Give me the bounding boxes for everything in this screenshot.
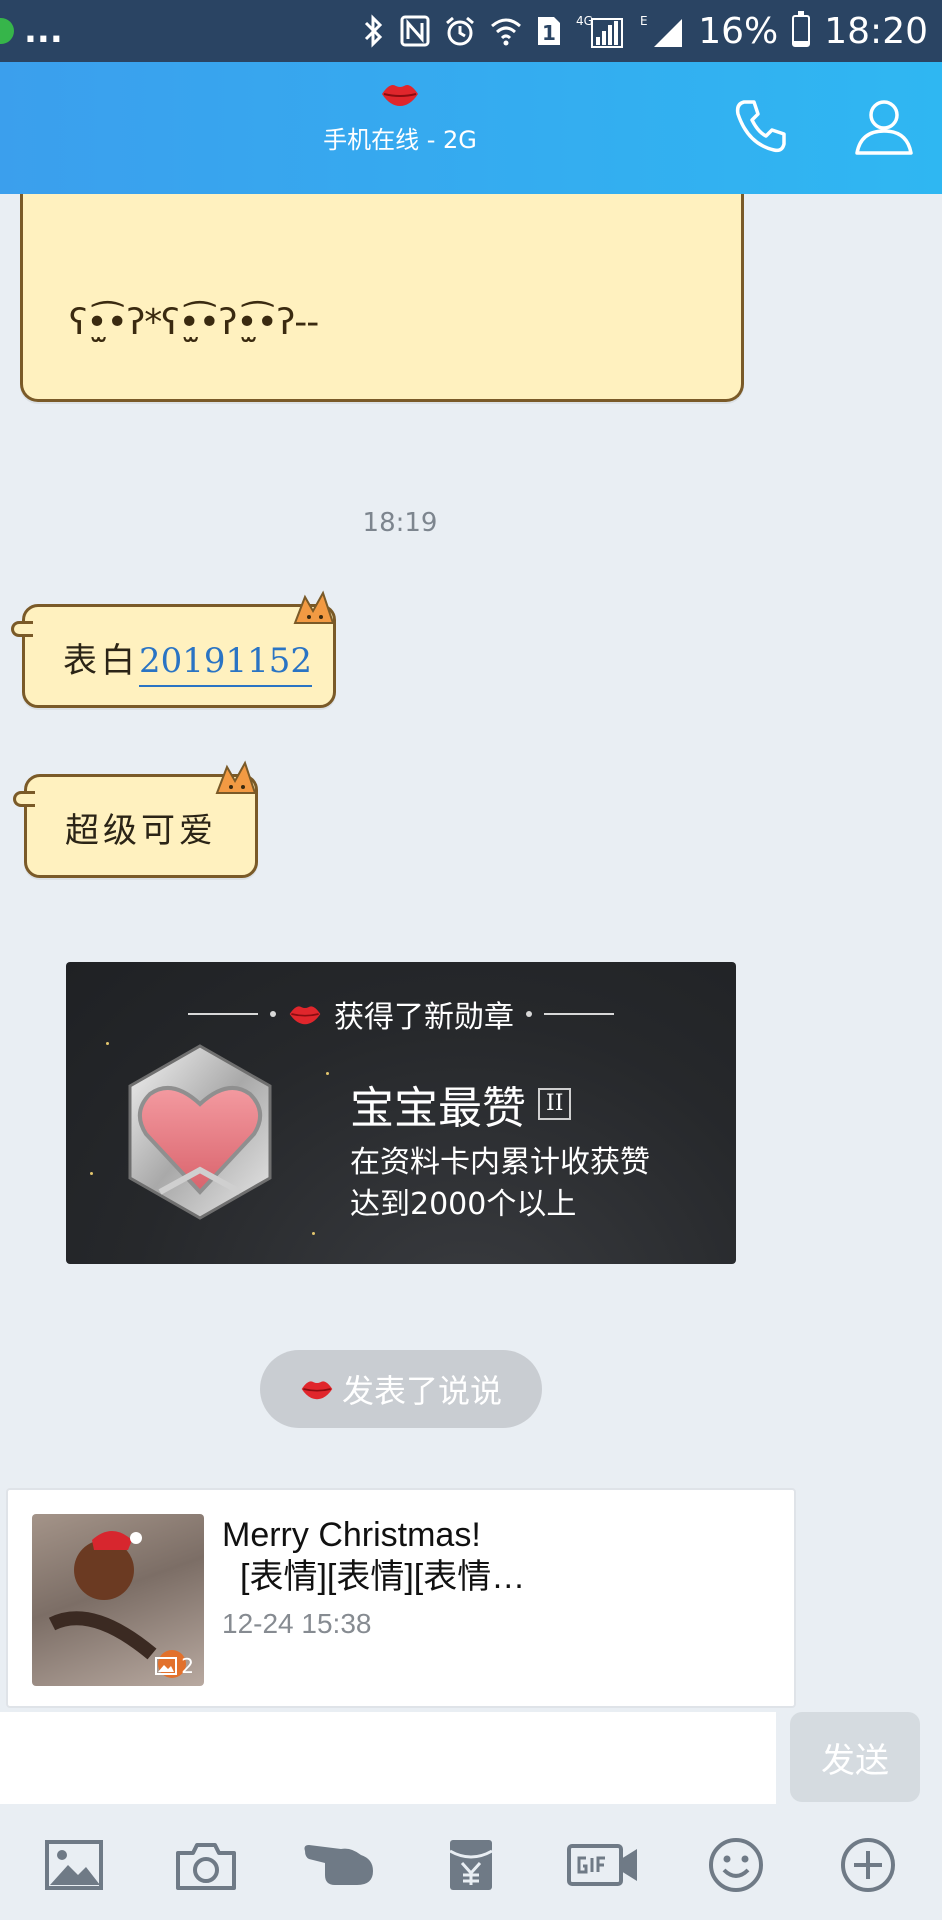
svg-text:E: E [640,14,648,28]
profile-button[interactable] [850,92,918,160]
status-pill-text: 发表了说说 [341,1372,502,1410]
call-indicator-icon [0,18,14,44]
lips-icon [301,1381,333,1400]
status-update-pill[interactable]: 发表了说说 [260,1350,542,1428]
wifi-icon [490,16,522,46]
image-count: 2 [181,1654,194,1678]
post-thumbnail[interactable]: 2 [32,1514,204,1686]
heart-medal-icon [128,1044,272,1220]
shared-post-card[interactable]: 2 Merry Christmas! [表情][表情][表情… 12-24 15… [6,1488,796,1708]
gif-button[interactable] [563,1825,643,1905]
status-overflow-text: ... [24,11,63,51]
alarm-icon [444,15,476,47]
contact-online-status: 手机在线 - 2G [323,126,477,154]
badge-description: 在资料卡内累计收获赞 达到2000个以上 [350,1142,710,1226]
kaomoji-text: ʕ•̫͡•ʔ*ʕ•̫͡•ʔ•̫͡•ʔ-- [69,302,319,343]
divider-dot [526,1011,532,1017]
time-separator: 18:19 [362,508,438,538]
emoji-icon [708,1838,763,1892]
bubble-tail [11,621,33,637]
badge-name: 宝宝最赞 [350,1083,526,1134]
profile-icon [855,100,913,155]
battery-icon [792,11,811,47]
message-input-bar: 发送 [0,1712,942,1804]
divider [188,1013,258,1015]
chat-messages[interactable]: ʕ•̫͡•ʔ*ʕ•̫͡•ʔ•̫͡•ʔ-- 18:19 表白20191152 超级… [0,194,942,1714]
badge-level: II [538,1088,572,1120]
badge-notification-card[interactable]: 获得了新勋章 宝宝最赞 II 在资料卡内累计收获赞 达到2000个以上 [66,962,736,1264]
plus-icon [840,1838,895,1892]
red-packet-button[interactable] [431,1825,511,1905]
message-text: 表白20191152 [63,633,313,687]
clock: 18:20 [824,10,928,52]
send-button[interactable]: 发送 [790,1712,920,1802]
more-button[interactable] [828,1825,908,1905]
image-icon [45,1840,104,1890]
message-input[interactable] [0,1712,776,1804]
divider-dot [270,1011,276,1017]
lips-icon [380,80,420,112]
camera-icon [176,1843,237,1890]
sparkle [326,1072,329,1075]
sparkle [312,1232,315,1235]
emoji-button[interactable] [696,1825,776,1905]
post-subtitle: [表情][表情][表情… [240,1558,526,1596]
svg-text:1: 1 [542,21,556,45]
gif-icon [567,1844,638,1886]
badge-card-title: 获得了新勋章 [334,1000,514,1035]
contact-info[interactable]: 手机在线 - 2G [0,80,800,155]
poke-button[interactable] [299,1825,379,1905]
sparkle [90,1172,93,1175]
nfc-icon [400,15,430,47]
message-bubble-cute[interactable]: 超级可爱 [13,760,258,878]
red-packet-icon [449,1840,493,1890]
lte-signal-icon: 4G [576,13,626,49]
camera-button[interactable] [166,1825,246,1905]
message-bubble-kaomoji[interactable]: ʕ•̫͡•ʔ*ʕ•̫͡•ʔ•̫͡•ʔ-- [20,194,744,402]
sim-icon: 1 [536,15,562,47]
message-prefix: 表白 [63,641,139,681]
sparkle [106,1042,109,1045]
badge-desc-line: 在资料卡内累计收获赞 [350,1145,650,1180]
phone-icon [735,100,786,153]
badge-desc-line: 达到2000个以上 [350,1187,577,1222]
poke-icon [304,1845,373,1885]
message-link[interactable]: 20191152 [139,641,313,687]
image-button[interactable] [34,1825,114,1905]
bluetooth-icon [362,14,386,48]
message-text: 超级可爱 [65,811,217,851]
status-bar: ... 1 4G E 16% 18:20 [0,0,942,62]
chat-header: 手机在线 - 2G [0,62,942,194]
post-title: Merry Christmas! [222,1516,481,1554]
battery-percent: 16% [698,10,779,52]
lips-icon [289,1006,321,1025]
post-time: 12-24 15:38 [222,1608,372,1639]
bubble-tail [13,791,35,807]
divider [544,1013,614,1015]
svg-text:4G: 4G [576,14,593,28]
signal-icon: E [640,13,684,49]
battery-fill [794,40,809,45]
chat-toolbar [0,1810,942,1920]
cat-ears-icon [215,760,257,794]
cat-ears-icon [293,590,335,624]
message-bubble-confession[interactable]: 表白20191152 [11,590,336,708]
gallery-icon [155,1657,178,1675]
call-button[interactable] [726,92,794,160]
